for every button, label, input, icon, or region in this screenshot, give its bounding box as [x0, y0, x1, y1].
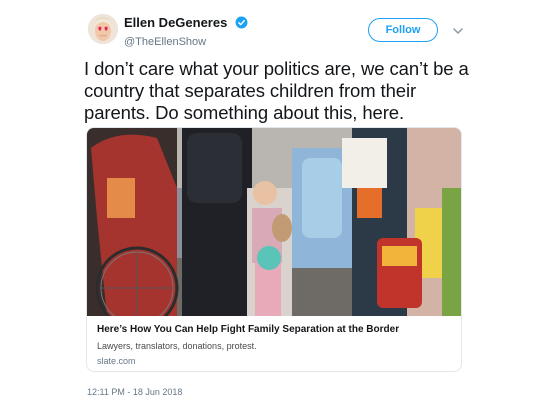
tweet: Ellen DeGeneres @TheEllenShow Follow I d…: [0, 0, 533, 400]
avatar[interactable]: [88, 14, 118, 44]
user-name-block[interactable]: Ellen DeGeneres @TheEllenShow: [124, 14, 248, 48]
tweet-text: I don’t care what your politics are, we …: [84, 58, 469, 123]
link-card[interactable]: Here’s How You Can Help Fight Family Sep…: [86, 127, 462, 372]
card-image[interactable]: [87, 128, 461, 330]
card-meta[interactable]: Here’s How You Can Help Fight Family Sep…: [87, 316, 461, 371]
tweet-header: Ellen DeGeneres @TheEllenShow Follow: [88, 12, 468, 52]
card-title[interactable]: Here’s How You Can Help Fight Family Sep…: [97, 324, 453, 335]
chevron-down-icon[interactable]: [452, 24, 464, 36]
card-domain: slate.com: [97, 356, 136, 366]
follow-button[interactable]: Follow: [368, 18, 438, 42]
verified-badge-icon: [235, 16, 248, 29]
tweet-timestamp[interactable]: 12:11 PM - 18 Jun 2018: [87, 387, 182, 397]
user-handle[interactable]: @TheEllenShow: [124, 36, 248, 48]
card-description: Lawyers, translators, donations, protest…: [97, 341, 257, 351]
display-name[interactable]: Ellen DeGeneres: [124, 15, 227, 30]
